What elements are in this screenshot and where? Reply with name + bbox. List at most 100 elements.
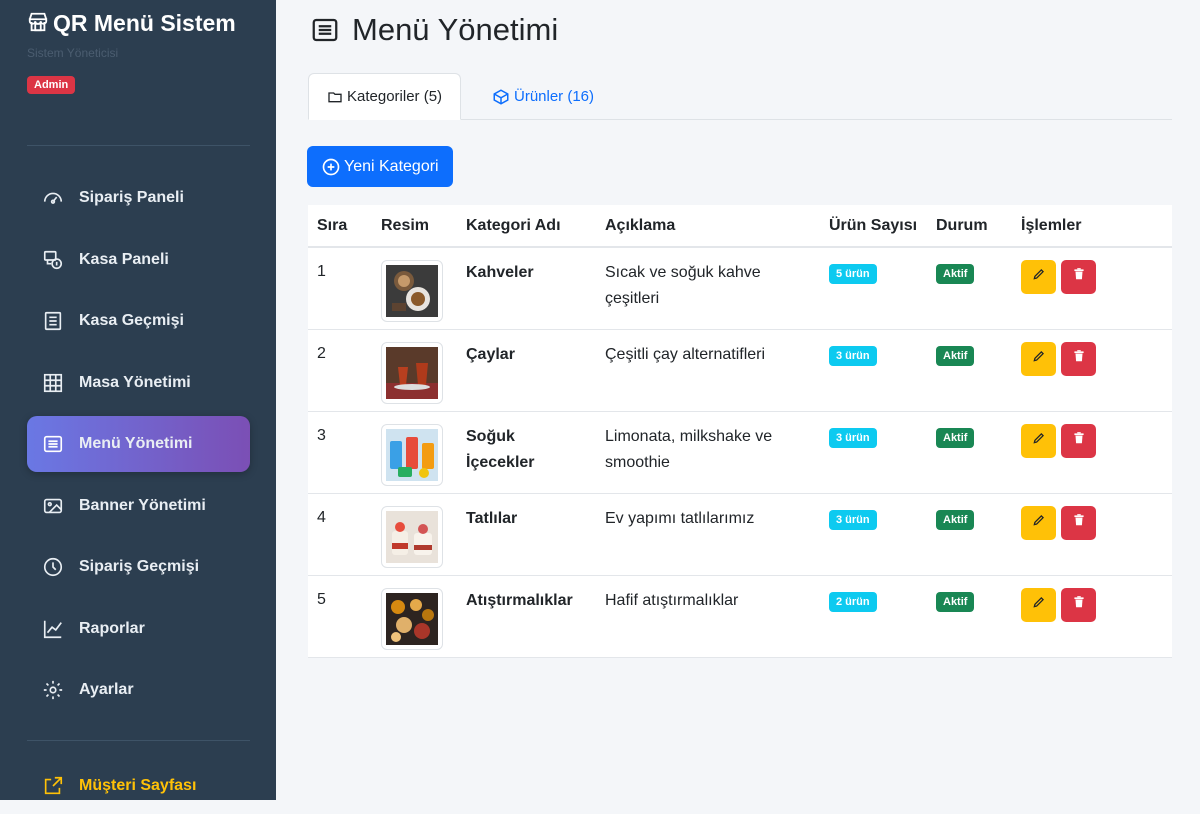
product-count-badge: 2 ürün <box>829 591 877 612</box>
row-actions <box>1012 329 1172 412</box>
row-count-cell: 2 ürün <box>820 575 927 658</box>
tab-kategoriler[interactable]: Kategoriler (5) <box>308 73 462 120</box>
sidebar-item-raporlar[interactable]: Raporlar <box>27 601 250 657</box>
row-order: 1 <box>308 247 372 330</box>
page-title-wrap: Menü Yönetimi <box>308 12 558 48</box>
row-name: Soğuk İçecekler <box>457 411 596 494</box>
col-header-order: Sıra <box>308 205 372 248</box>
sidebar-item-label: Sipariş Geçmişi <box>79 558 200 575</box>
row-description: Hafif atıştırmalıklar <box>596 575 820 658</box>
pencil-icon <box>1032 264 1046 290</box>
plus-circle-icon <box>321 157 341 177</box>
row-actions <box>1012 411 1172 494</box>
row-status-cell: Aktif <box>927 575 1012 658</box>
row-description: Ev yapımı tatlılarımız <box>596 493 820 576</box>
row-count-cell: 3 ürün <box>820 493 927 576</box>
trash-icon <box>1072 346 1086 372</box>
list-icon <box>41 432 65 456</box>
product-count-badge: 3 ürün <box>829 345 877 366</box>
row-name: Çaylar <box>457 329 596 412</box>
shop-icon <box>27 10 49 40</box>
delete-button[interactable] <box>1061 341 1096 376</box>
trash-icon <box>1072 264 1086 290</box>
sidebar-item-ayarlar[interactable]: Ayarlar <box>27 662 250 718</box>
brand-subtitle: Sistem Yöneticisi <box>27 46 119 60</box>
customer-page-link[interactable]: Müşteri Sayfası <box>27 758 250 814</box>
row-name: Atıştırmalıklar <box>457 575 596 658</box>
row-name: Kahveler <box>457 247 596 330</box>
new-category-button[interactable]: Yeni Kategori <box>307 146 453 187</box>
coffee-thumbnail <box>381 260 443 322</box>
sidebar-item-masa-yonetimi[interactable]: Masa Yönetimi <box>27 355 250 411</box>
sidebar-item-siparis-paneli[interactable]: Sipariş Paneli <box>27 170 250 226</box>
trash-icon <box>1072 510 1086 536</box>
edit-button[interactable] <box>1021 587 1056 622</box>
sidebar-item-menu-yonetimi[interactable]: Menü Yönetimi <box>27 416 250 472</box>
row-order: 2 <box>308 329 372 412</box>
receipt-icon <box>41 309 65 333</box>
row-description: Çeşitli çay alternatifleri <box>596 329 820 412</box>
box-icon <box>492 88 510 106</box>
edit-button[interactable] <box>1021 341 1056 376</box>
edit-button[interactable] <box>1021 505 1056 540</box>
folder-icon <box>327 89 343 105</box>
tea-thumbnail <box>381 341 443 404</box>
image-icon <box>41 494 65 518</box>
sidebar-divider <box>27 145 250 146</box>
new-category-label: Yeni Kategori <box>344 157 439 175</box>
delete-button[interactable] <box>1061 260 1096 294</box>
clock-icon <box>41 555 65 579</box>
col-header-count: Ürün Sayısı <box>820 205 927 248</box>
sidebar-item-label: Banner Yönetimi <box>79 497 206 514</box>
brand-title-wrap: QR Menü Sistem <box>27 8 257 40</box>
tab-label: Ürünler (16) <box>514 88 595 105</box>
delete-button[interactable] <box>1061 423 1096 458</box>
trash-icon <box>1072 428 1086 454</box>
delete-button[interactable] <box>1061 587 1096 622</box>
row-status-cell: Aktif <box>927 247 1012 330</box>
row-status-cell: Aktif <box>927 493 1012 576</box>
col-header-actions: İşlemler <box>1012 205 1172 248</box>
sidebar-item-kasa-gecmisi[interactable]: Kasa Geçmişi <box>27 293 250 349</box>
grid-icon <box>41 371 65 395</box>
sidebar-item-label: Kasa Geçmişi <box>79 312 184 329</box>
row-image-cell <box>372 329 457 412</box>
sidebar-item-banner-yonetimi[interactable]: Banner Yönetimi <box>27 478 250 534</box>
row-actions <box>1012 493 1172 576</box>
pencil-icon <box>1032 592 1046 618</box>
row-description: Sıcak ve soğuk kahve çeşitleri <box>596 247 820 330</box>
status-badge: Aktif <box>936 591 975 612</box>
chart-line-icon <box>41 617 65 641</box>
sidebar-divider <box>27 740 250 741</box>
main-content: Menü Yönetimi Kategoriler (5) Ürünler (1… <box>276 0 1200 800</box>
table-row: 5 Atıştırmalıklar Hafif atıştırmalıklar … <box>308 575 1172 658</box>
product-count-badge: 5 ürün <box>829 264 877 284</box>
sidebar-item-kasa-paneli[interactable]: Kasa Paneli <box>27 232 250 288</box>
edit-button[interactable] <box>1021 423 1056 458</box>
gear-icon <box>41 678 65 702</box>
pencil-icon <box>1032 510 1046 536</box>
tab-urunler[interactable]: Ürünler (16) <box>474 73 612 120</box>
table-row: 4 Tatlılar Ev yapımı tatlılarımız 3 ürün… <box>308 493 1172 576</box>
status-badge: Aktif <box>936 509 975 530</box>
edit-button[interactable] <box>1021 260 1056 294</box>
row-actions <box>1012 575 1172 658</box>
sidebar-item-label: Masa Yönetimi <box>79 374 191 391</box>
row-order: 5 <box>308 575 372 658</box>
tab-bar: Kategoriler (5) Ürünler (16) <box>308 73 1172 120</box>
row-description: Limonata, milkshake ve smoothie <box>596 411 820 494</box>
status-badge: Aktif <box>936 264 975 284</box>
table-row: 1 Kahveler Sıcak ve soğuk kahve çeşitler… <box>308 247 1172 330</box>
sidebar-item-siparis-gecmisi[interactable]: Sipariş Geçmişi <box>27 539 250 595</box>
sidebar-item-label: Raporlar <box>79 620 145 637</box>
row-count-cell: 3 ürün <box>820 411 927 494</box>
delete-button[interactable] <box>1061 505 1096 540</box>
row-image-cell <box>372 247 457 330</box>
row-order: 4 <box>308 493 372 576</box>
row-image-cell <box>372 575 457 658</box>
row-count-cell: 3 ürün <box>820 329 927 412</box>
page-title: Menü Yönetimi <box>352 12 559 47</box>
role-badge: Admin <box>27 76 76 94</box>
product-count-badge: 3 ürün <box>829 427 877 448</box>
row-order: 3 <box>308 411 372 494</box>
